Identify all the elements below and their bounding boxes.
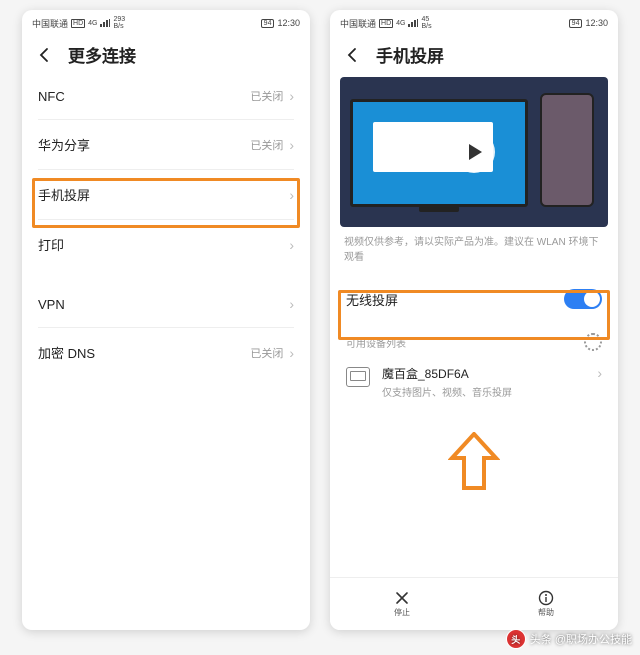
hd-badge: HD — [71, 19, 85, 28]
chevron-right-icon: › — [289, 187, 294, 203]
phone-right: 中国联通 HD 4G 45B/s 94 12:30 手机投屏 — [330, 10, 618, 630]
chevron-right-icon: › — [289, 345, 294, 361]
loading-spinner-icon — [584, 333, 602, 351]
net-speed: 45B/s — [421, 16, 431, 30]
row-label: NFC — [38, 89, 250, 104]
carrier-label: 中国联通 — [32, 17, 68, 30]
device-icon — [346, 367, 370, 387]
row-label: VPN — [38, 297, 289, 312]
wireless-cast-label: 无线投屏 — [346, 290, 398, 309]
help-button[interactable]: 帮助 — [474, 578, 618, 630]
phone-left: 中国联通 HD 4G 293B/s 94 12:30 更多连接 NFC已关闭›华… — [22, 10, 310, 630]
row-value: 已关闭 — [250, 88, 283, 104]
status-bar: 中国联通 HD 4G 293B/s 94 12:30 — [22, 10, 310, 32]
row-value: 已关闭 — [250, 345, 283, 361]
clock: 12:30 — [277, 18, 300, 28]
settings-row-5[interactable]: 加密 DNS已关闭 › — [22, 328, 310, 377]
settings-row-1[interactable]: 华为分享已关闭 › — [22, 120, 310, 169]
stop-button[interactable]: 停止 — [330, 578, 474, 630]
clock: 12:30 — [585, 18, 608, 28]
signal-icon — [100, 19, 110, 27]
tv-graphic — [350, 99, 528, 207]
back-icon[interactable] — [344, 46, 362, 64]
hd-badge: HD — [379, 19, 393, 28]
watermark: 头 头条 @职场办公技能 — [506, 629, 632, 649]
settings-row-2[interactable]: 手机投屏› — [22, 170, 310, 219]
row-label: 手机投屏 — [38, 185, 289, 204]
watermark-text: 头条 @职场办公技能 — [530, 631, 632, 647]
preview-note: 视频仅供参考，请以实际产品为准。建议在 WLAN 环境下观看 — [330, 233, 618, 275]
row-label: 加密 DNS — [38, 343, 250, 362]
close-icon — [394, 590, 410, 606]
settings-row-3[interactable]: 打印› — [22, 220, 310, 269]
device-name: 魔百盒_85DF6A — [382, 365, 585, 382]
info-icon — [538, 590, 554, 606]
chevron-right-icon: › — [597, 365, 602, 381]
chevron-right-icon: › — [289, 88, 294, 104]
row-label: 华为分享 — [38, 135, 250, 154]
net-type: 4G — [396, 20, 405, 27]
row-label: 打印 — [38, 235, 289, 254]
chevron-right-icon: › — [289, 137, 294, 153]
wireless-cast-row[interactable]: 无线投屏 — [330, 275, 618, 323]
net-speed: 293B/s — [113, 16, 125, 30]
video-preview[interactable] — [340, 77, 608, 227]
chevron-right-icon: › — [289, 237, 294, 253]
settings-row-4[interactable]: VPN› — [22, 281, 310, 327]
page-title: 更多连接 — [68, 42, 136, 67]
phone-graphic — [540, 93, 594, 207]
battery-icon: 94 — [569, 19, 583, 28]
battery-icon: 94 — [261, 19, 275, 28]
status-bar: 中国联通 HD 4G 45B/s 94 12:30 — [330, 10, 618, 32]
settings-row-0[interactable]: NFC已关闭 › — [22, 73, 310, 119]
back-icon[interactable] — [36, 46, 54, 64]
wireless-cast-toggle[interactable] — [564, 289, 602, 309]
device-sub: 仅支持图片、视频、音乐投屏 — [382, 384, 585, 399]
header: 手机投屏 — [330, 32, 618, 73]
bottom-bar: 停止 帮助 — [330, 577, 618, 630]
page-title: 手机投屏 — [376, 42, 444, 67]
device-row[interactable]: 魔百盒_85DF6A 仅支持图片、视频、音乐投屏 › — [330, 355, 618, 409]
play-icon[interactable] — [453, 131, 495, 173]
watermark-avatar: 头 — [506, 629, 526, 649]
devices-section-label: 可用设备列表 — [346, 335, 406, 350]
row-value: 已关闭 — [250, 137, 283, 153]
header: 更多连接 — [22, 32, 310, 73]
carrier-label: 中国联通 — [340, 17, 376, 30]
annotation-arrow-icon — [448, 432, 500, 492]
signal-icon — [408, 19, 418, 27]
chevron-right-icon: › — [289, 296, 294, 312]
net-type: 4G — [88, 20, 97, 27]
